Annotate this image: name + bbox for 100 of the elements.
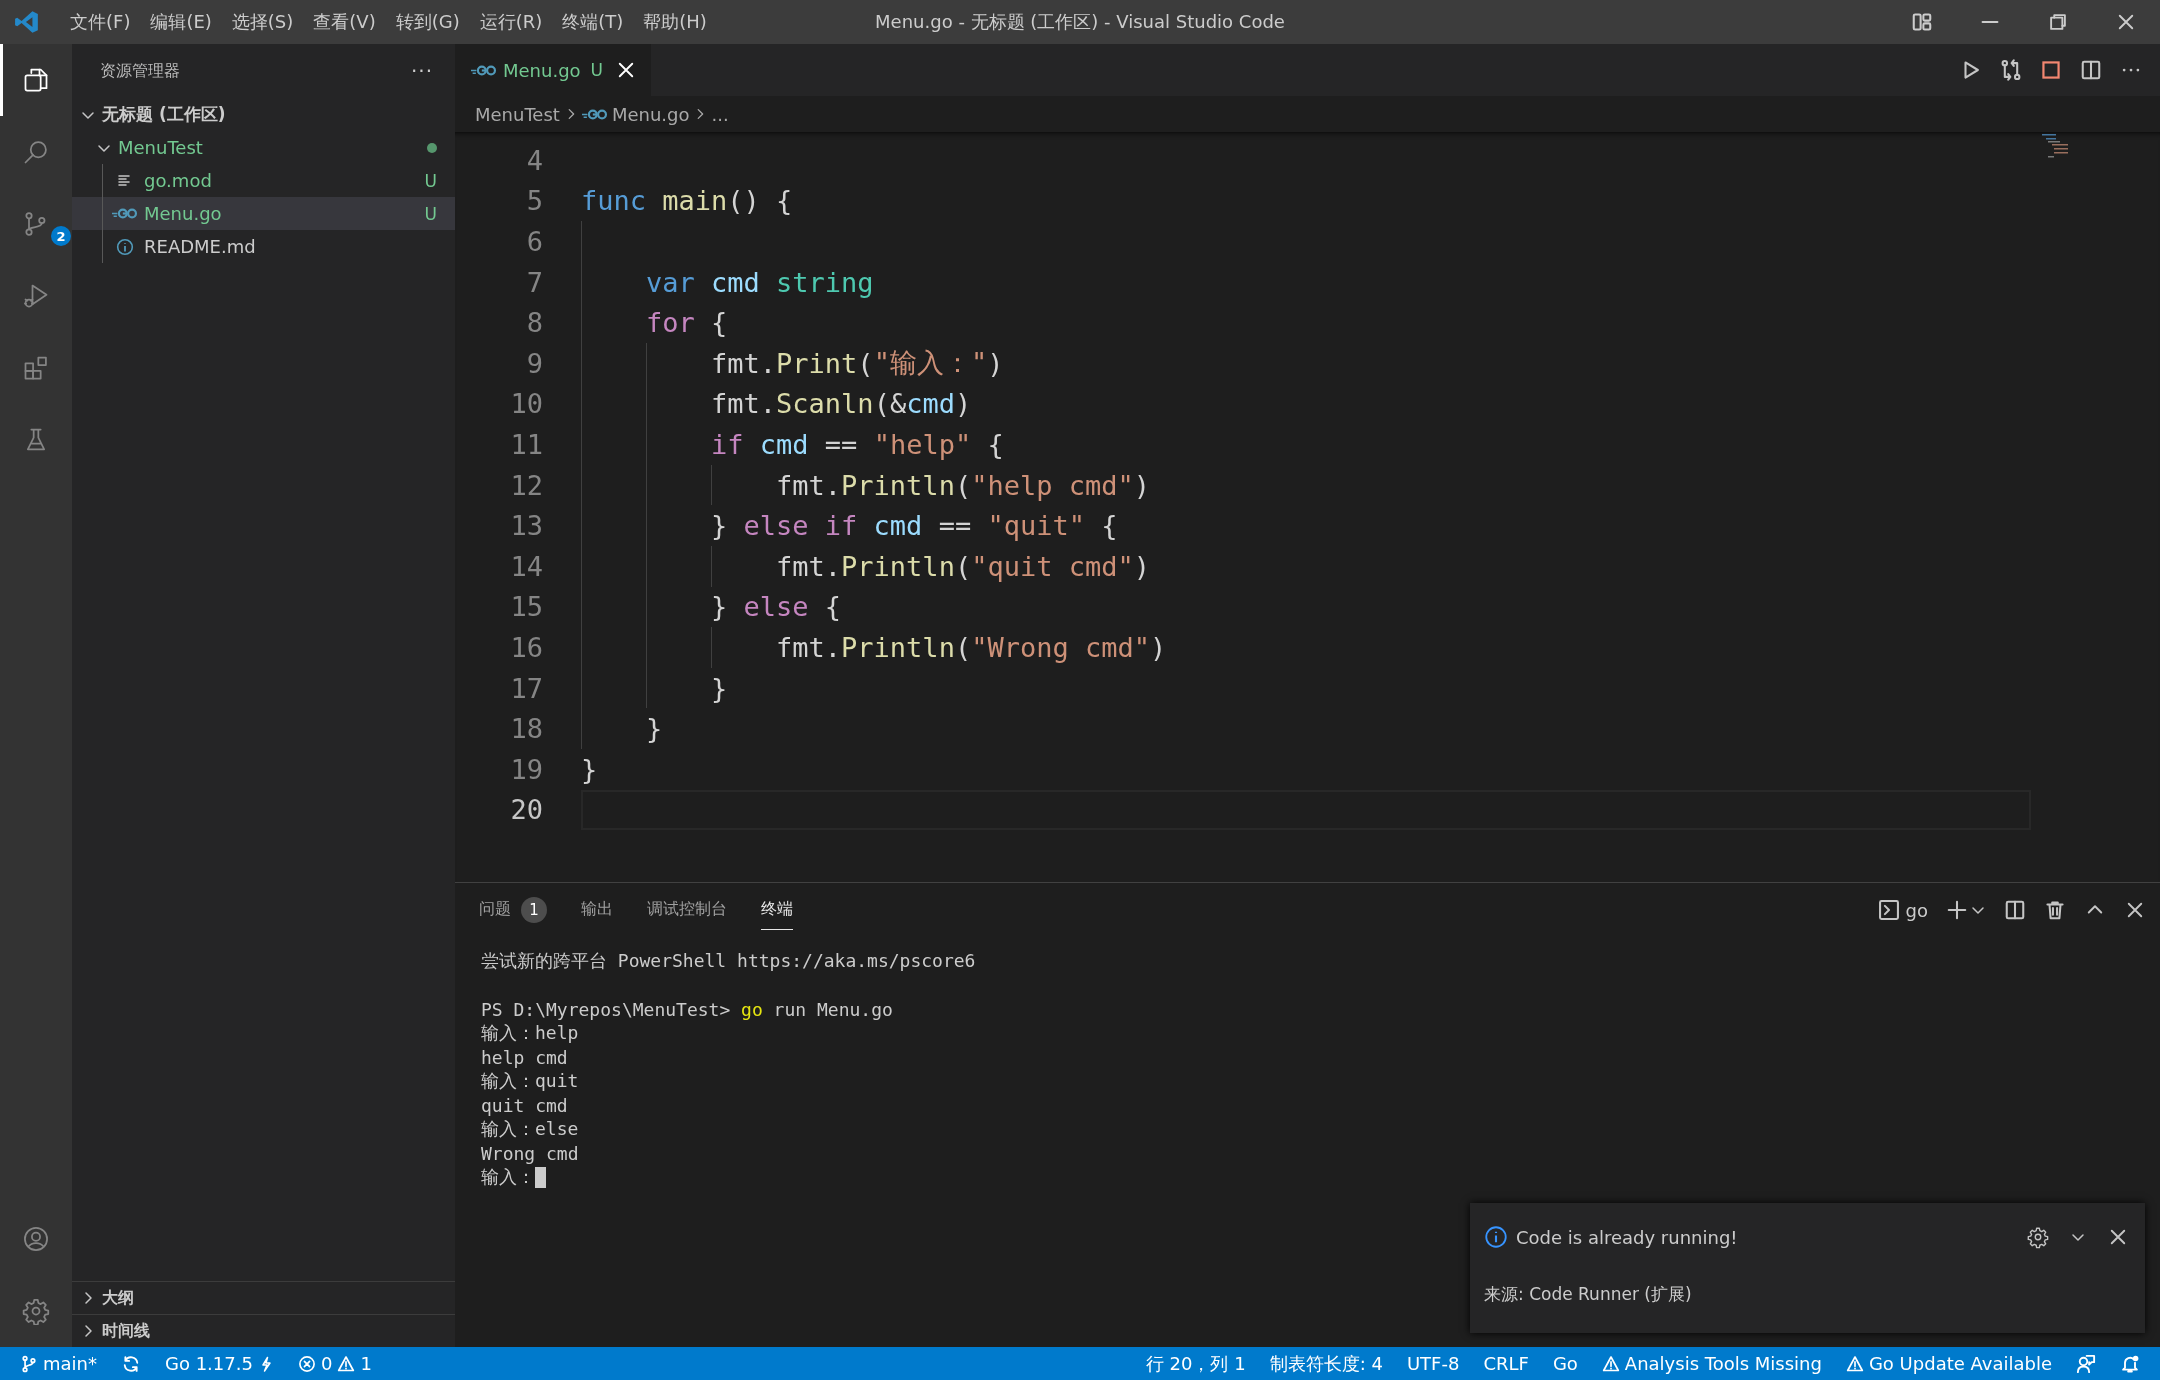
code-line: var cmd string <box>581 261 874 303</box>
status-item[interactable]: 行 20，列 1 <box>1135 1347 1256 1380</box>
line-number: 17 <box>509 672 543 704</box>
code-line: } <box>581 752 598 787</box>
status-item[interactable]: UTF-8 <box>1396 1347 1470 1380</box>
breadcrumb-item[interactable]: ... <box>711 103 729 125</box>
terminal-line: 输入：help <box>481 1021 579 1045</box>
code-line: if cmd == "help" { <box>581 424 1004 465</box>
line-number: 8 <box>525 307 543 339</box>
panel-tab[interactable]: 问题 1 <box>479 890 547 930</box>
status-item[interactable]: Analysis Tools Missing <box>1591 1347 1832 1380</box>
settings-icon[interactable] <box>2027 1226 2049 1248</box>
code-line: } <box>581 667 728 709</box>
tree-item[interactable]: Menu.go U <box>72 197 455 230</box>
menu-item[interactable]: 查看(V) <box>305 6 384 38</box>
menu-item[interactable]: 转到(G) <box>387 6 468 38</box>
split-terminal-icon[interactable] <box>2004 899 2026 921</box>
folder-label[interactable]: MenuTest <box>118 137 421 158</box>
terminal-selector[interactable]: go <box>1877 899 1928 921</box>
notification-message: Code is already running! <box>1516 1226 1739 1248</box>
sidebar-title: 资源管理器 <box>100 60 180 82</box>
code-line: func main() { <box>581 184 793 219</box>
git-status: U <box>424 203 437 224</box>
code-line: } <box>581 708 663 749</box>
terminal-line: 输入：else <box>481 1117 579 1141</box>
terminal-line: 输入： <box>481 1165 535 1189</box>
trash-icon[interactable] <box>2044 899 2066 921</box>
code-line: fmt.Println("help cmd") <box>581 464 1150 506</box>
line-number: 13 <box>509 510 543 542</box>
line-number: 9 <box>525 347 543 379</box>
split-editor-icon[interactable] <box>2080 59 2102 81</box>
code-line: fmt.Print("输入：") <box>581 342 1004 384</box>
stop-icon[interactable] <box>2040 59 2062 81</box>
terminal-icon <box>1877 899 1900 921</box>
warning-icon <box>1601 1354 1620 1373</box>
line-number: 6 <box>525 226 543 257</box>
app-logo-icon <box>14 9 40 35</box>
menu-item[interactable]: 文件(F) <box>62 6 139 38</box>
git-status: U <box>424 170 437 191</box>
error-icon <box>297 1354 316 1373</box>
terminal-line: PS D:\Myrepos\MenuTest> go run Menu.go <box>481 998 893 1020</box>
menu-item[interactable]: 帮助(H) <box>635 6 715 38</box>
more-button[interactable]: ··· <box>410 59 433 83</box>
status-item[interactable]: Go Update Available <box>1835 1347 2062 1380</box>
info-icon <box>1484 1225 1508 1249</box>
line-number: 4 <box>525 144 543 176</box>
status-item[interactable]: CRLF <box>1473 1347 1539 1380</box>
files-icon[interactable] <box>22 66 50 94</box>
compare-icon[interactable] <box>2000 59 2022 81</box>
line-number: 20 <box>509 794 543 826</box>
line-number: 12 <box>509 469 543 501</box>
notification-source: 来源: Code Runner (扩展) <box>1484 1283 1693 1306</box>
line-number: 11 <box>509 428 543 460</box>
terminal-line: 输入：quit <box>481 1069 579 1093</box>
menu-item[interactable]: 编辑(E) <box>142 6 220 38</box>
editor-tab[interactable]: Menu.go U <box>455 44 652 96</box>
code-line: } else { <box>581 586 842 628</box>
status-item[interactable]: Go <box>1542 1347 1588 1380</box>
terminal-line: 尝试新的跨平台 PowerShell https://aka.ms/pscore6 <box>481 949 976 973</box>
code-line: for { <box>581 302 728 343</box>
panel-tab[interactable]: 终端 <box>761 890 793 930</box>
tree-item[interactable]: README.md <box>72 230 455 263</box>
line-number: 19 <box>509 753 543 785</box>
line-number: 15 <box>509 591 543 623</box>
branch-icon <box>20 1354 38 1373</box>
menu-item[interactable]: 选择(S) <box>223 6 302 38</box>
line-number: 7 <box>525 266 543 298</box>
section-header[interactable]: 大纲 <box>72 1281 455 1314</box>
code-line: fmt.Println("Wrong cmd") <box>581 627 1167 668</box>
line-number: 5 <box>525 185 543 217</box>
menu-item[interactable]: 终端(T) <box>554 6 632 38</box>
workspace-label[interactable]: 无标题 (工作区) <box>102 103 437 126</box>
line-number: 14 <box>509 550 543 582</box>
status-item[interactable]: 制表符长度: 4 <box>1259 1347 1393 1380</box>
status-item[interactable]: 0 1 <box>287 1347 382 1380</box>
code-line: fmt.Println("quit cmd") <box>581 545 1150 587</box>
terminal-line: quit cmd <box>481 1094 568 1116</box>
plus-icon[interactable] <box>1946 899 1968 921</box>
warning-icon <box>1845 1354 1864 1373</box>
warning-icon <box>337 1354 356 1373</box>
terminal-line: help cmd <box>481 1046 568 1068</box>
panel-tab[interactable]: 输出 <box>581 890 613 930</box>
account-icon[interactable] <box>22 1225 50 1253</box>
breadcrumb-item[interactable]: Menu.go <box>611 103 690 125</box>
menu-item[interactable]: 运行(R) <box>471 6 551 38</box>
panel-tab[interactable]: 调试控制台 <box>647 890 727 930</box>
line-number: 16 <box>509 631 543 663</box>
line-number: 10 <box>509 388 543 420</box>
line-number: 18 <box>509 713 543 745</box>
code-line: } else if cmd == "quit" { <box>581 505 1118 546</box>
status-item[interactable]: Go 1.17.5 <box>155 1347 284 1380</box>
window-title: Menu.go - 无标题 (工作区) - Visual Studio Code <box>875 10 1285 34</box>
count-badge: 2 <box>51 226 71 246</box>
breadcrumb-item[interactable]: MenuTest <box>475 103 560 125</box>
extensions-icon[interactable] <box>22 354 50 382</box>
search-icon[interactable] <box>22 138 50 166</box>
run-debug-icon[interactable] <box>22 282 50 310</box>
terminal-line: Wrong cmd <box>481 1142 579 1164</box>
status-item[interactable]: main* <box>10 1347 107 1380</box>
code-line: fmt.Scanln(&cmd) <box>581 383 972 425</box>
